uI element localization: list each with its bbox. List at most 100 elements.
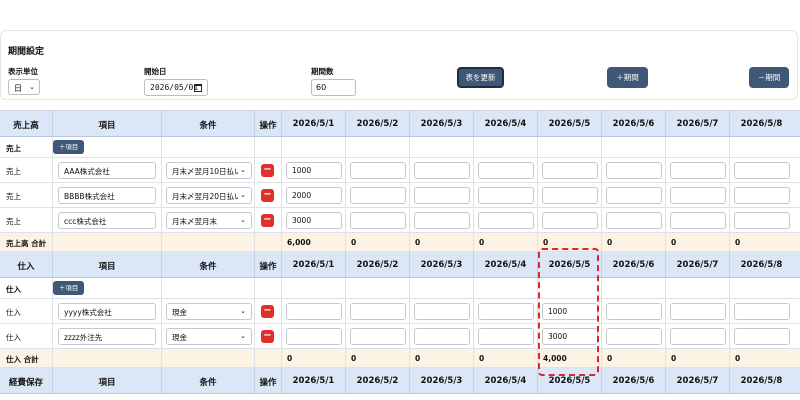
remove-period-button[interactable]: －期間	[749, 67, 789, 88]
start-date-value: 2026/05/01	[150, 83, 199, 92]
delete-row-button[interactable]: −	[261, 305, 274, 318]
amount-input[interactable]	[542, 187, 598, 204]
unit-select-value: 日	[14, 84, 22, 93]
item-name-input[interactable]: BBBB株式会社	[58, 187, 156, 204]
column-header-date: 2026/5/1	[292, 119, 335, 129]
amount-input[interactable]: 1000	[286, 162, 342, 179]
column-header-kind: 経費保存	[8, 378, 43, 388]
row-kind-label: 売上	[6, 217, 21, 226]
amount-input[interactable]	[350, 328, 406, 345]
amount-input[interactable]	[606, 162, 662, 179]
amount-input[interactable]	[606, 303, 662, 320]
column-header-date: 2026/5/5	[548, 260, 591, 270]
add-period-button[interactable]: ＋期間	[607, 67, 648, 88]
amount-input[interactable]	[670, 303, 726, 320]
condition-select[interactable]: 月末〆翌月20日払い ⌄	[166, 187, 252, 204]
amount-input[interactable]	[478, 303, 534, 320]
amount-input[interactable]	[606, 187, 662, 204]
add-item-button[interactable]: ＋項目	[53, 140, 84, 154]
chevron-down-icon: ⌄	[239, 216, 246, 224]
condition-select[interactable]: 現金 ⌄	[166, 303, 252, 320]
total-label: 売上高 合計	[6, 239, 47, 248]
column-header-date: 2026/5/2	[356, 119, 399, 129]
total-value: 0	[415, 238, 421, 247]
column-header-date: 2026/5/8	[740, 376, 783, 386]
condition-select[interactable]: 月末〆翌月10日払い ⌄	[166, 162, 252, 179]
total-value: 0	[479, 238, 485, 247]
amount-input[interactable]	[670, 328, 726, 345]
column-header-date: 2026/5/4	[484, 260, 527, 270]
amount-input[interactable]	[478, 212, 534, 229]
period-count-input[interactable]: 60	[311, 79, 356, 96]
column-header-date: 2026/5/2	[356, 376, 399, 386]
amount-input[interactable]	[478, 328, 534, 345]
sales-total-row: 売上高 合計 6,000 0 0 0 0 0 0 0	[0, 233, 800, 252]
amount-input[interactable]: 3000	[286, 212, 342, 229]
total-value: 6,000	[287, 238, 311, 247]
amount-input[interactable]	[734, 303, 790, 320]
amount-input[interactable]	[734, 212, 790, 229]
total-value: 0	[607, 238, 613, 247]
total-value: 0	[735, 238, 741, 247]
amount-input[interactable]	[542, 212, 598, 229]
add-item-button[interactable]: ＋項目	[53, 281, 84, 295]
condition-select[interactable]: 月末〆翌月末 ⌄	[166, 212, 252, 229]
amount-input[interactable]	[542, 162, 598, 179]
unit-select[interactable]: 日 ⌄	[8, 79, 40, 95]
amount-input[interactable]	[734, 162, 790, 179]
amount-input[interactable]	[350, 303, 406, 320]
condition-select-value: 月末〆翌月末	[172, 217, 217, 226]
calendar-icon[interactable]	[194, 84, 202, 92]
amount-input[interactable]	[670, 162, 726, 179]
column-header-condition: 条件	[199, 121, 217, 131]
item-name-input[interactable]: ccc株式会社	[58, 212, 156, 229]
purchase-header-row: 仕入 項目 条件 操作 2026/5/1 2026/5/2 2026/5/3 2026/5/4…	[0, 252, 800, 278]
amount-input[interactable]	[414, 212, 470, 229]
total-value: 0	[671, 354, 677, 363]
group-label: 売上	[6, 144, 21, 153]
total-value: 0	[543, 238, 549, 247]
item-name-input[interactable]: AAA株式会社	[58, 162, 156, 179]
condition-select-value: 現金	[172, 308, 187, 317]
amount-input[interactable]	[350, 187, 406, 204]
start-date-label: 開始日	[144, 67, 167, 76]
column-header-condition: 条件	[199, 262, 217, 272]
start-date-input[interactable]: 2026/05/01	[144, 79, 208, 96]
delete-row-button[interactable]: −	[261, 330, 274, 343]
delete-row-button[interactable]: −	[261, 189, 274, 202]
delete-row-button[interactable]: −	[261, 164, 274, 177]
amount-input[interactable]	[606, 328, 662, 345]
table-row: 仕入 yyyy株式会社 現金 ⌄ − 1000	[0, 299, 800, 324]
item-name-input[interactable]: zzzz外注先	[58, 328, 156, 345]
column-header-date: 2026/5/3	[420, 376, 463, 386]
amount-input[interactable]	[670, 187, 726, 204]
amount-input[interactable]	[350, 162, 406, 179]
amount-input[interactable]	[478, 162, 534, 179]
purchase-total-row: 仕入 合計 0 0 0 0 4,000 0 0 0	[0, 349, 800, 368]
amount-input[interactable]	[350, 212, 406, 229]
period-count-value: 60	[316, 83, 327, 92]
amount-input[interactable]	[606, 212, 662, 229]
amount-input[interactable]	[286, 303, 342, 320]
amount-input[interactable]: 1000	[542, 303, 598, 320]
amount-input[interactable]	[414, 328, 470, 345]
column-header-date: 2026/5/4	[484, 119, 527, 129]
amount-input[interactable]	[478, 187, 534, 204]
amount-input[interactable]	[414, 303, 470, 320]
amount-input[interactable]	[414, 162, 470, 179]
delete-row-button[interactable]: −	[261, 214, 274, 227]
column-header-date: 2026/5/6	[612, 376, 655, 386]
amount-input[interactable]	[734, 328, 790, 345]
amount-input[interactable]	[414, 187, 470, 204]
item-name-input[interactable]: yyyy株式会社	[58, 303, 156, 320]
column-header-kind: 売上高	[13, 121, 39, 131]
amount-input[interactable]: 3000	[542, 328, 598, 345]
amount-input[interactable]	[286, 328, 342, 345]
amount-input[interactable]	[734, 187, 790, 204]
update-table-button[interactable]: 表を更新	[457, 67, 504, 88]
column-header-date: 2026/5/8	[740, 260, 783, 270]
sales-group-row: 売上 ＋項目	[0, 137, 800, 158]
condition-select[interactable]: 現金 ⌄	[166, 328, 252, 345]
amount-input[interactable]	[670, 212, 726, 229]
amount-input[interactable]: 2000	[286, 187, 342, 204]
